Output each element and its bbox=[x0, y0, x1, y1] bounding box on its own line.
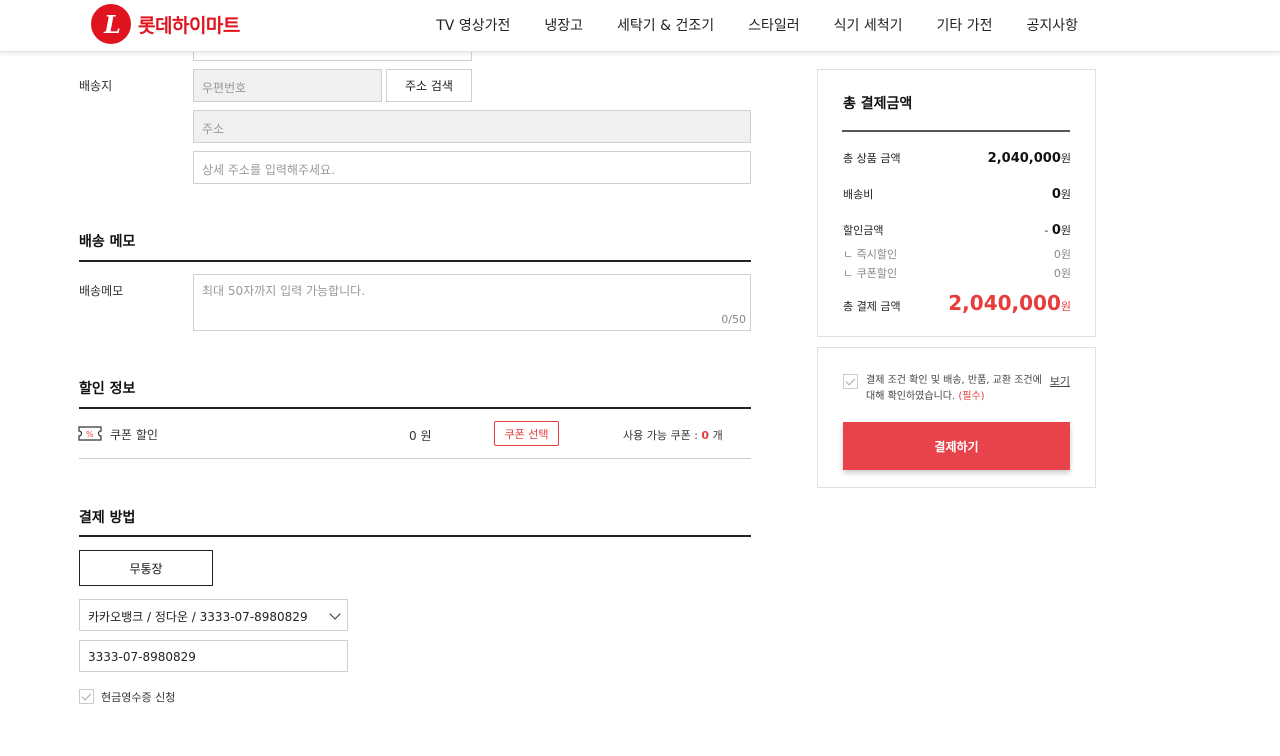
summary-coupon-label: ㄴ 쿠폰할인 bbox=[843, 267, 898, 280]
account-number-input[interactable]: 3333-07-8980829 bbox=[79, 640, 348, 672]
coupon-discount-label: 쿠폰 할인 bbox=[110, 428, 158, 442]
address-label: 배송지 bbox=[79, 79, 113, 93]
nav-item-refrigerator[interactable]: 냉장고 bbox=[527, 15, 600, 35]
summary-discount-label: 할인금액 bbox=[843, 224, 884, 237]
payment-summary: 총 결제금액 총 상품 금액 2,040,000원 배송비 0원 할인금액 - … bbox=[817, 69, 1096, 337]
memo-section-title: 배송 메모 bbox=[79, 234, 136, 250]
discount-bottom-divider bbox=[79, 458, 751, 459]
summary-product-label: 총 상품 금액 bbox=[843, 152, 901, 165]
summary-product-row: 총 상품 금액 2,040,000원 bbox=[843, 150, 1071, 166]
summary-coupon-value: 0원 bbox=[1053, 267, 1071, 280]
agreement-view-link[interactable]: 보기 bbox=[1050, 373, 1070, 389]
summary-total-label: 총 결제 금액 bbox=[843, 300, 901, 313]
cash-receipt-label: 현금영수증 신청 bbox=[101, 691, 176, 704]
summary-discount-row: 할인금액 - 0원 bbox=[843, 222, 1071, 238]
summary-title: 총 결제금액 bbox=[843, 96, 913, 112]
top-header: L 롯데하이마트 TV 영상가전 냉장고 세탁기 & 건조기 스타일러 식기 세… bbox=[0, 0, 1280, 52]
brand-logo[interactable]: L 롯데하이마트 bbox=[91, 4, 240, 44]
address-search-button[interactable]: 주소 검색 bbox=[386, 69, 472, 102]
nav-item-other-appliances[interactable]: 기타 가전 bbox=[919, 15, 1009, 35]
summary-total-row: 총 결제 금액 2,040,000원 bbox=[843, 291, 1071, 315]
available-coupons-unit: 개 bbox=[712, 429, 723, 442]
bank-account-selected: 카카오뱅크 / 정다운 / 3333-07-8980829 bbox=[88, 610, 308, 624]
available-coupons-prefix: 사용 가능 쿠폰 : bbox=[623, 429, 698, 442]
summary-coupon-row: ㄴ 쿠폰할인 0원 bbox=[843, 265, 1071, 281]
nav-item-notices[interactable]: 공지사항 bbox=[1009, 15, 1095, 35]
address-input[interactable]: 주소 bbox=[193, 110, 751, 143]
coupon-discount-amount: 0 원 bbox=[409, 429, 432, 443]
discount-section-title: 할인 정보 bbox=[79, 381, 136, 397]
brand-name: 롯데하이마트 bbox=[138, 14, 240, 37]
brand-logo-icon: L bbox=[91, 4, 131, 44]
summary-shipping-value: 0원 bbox=[1051, 187, 1071, 202]
cash-receipt-checkbox[interactable] bbox=[79, 689, 94, 704]
payment-section-title: 결제 방법 bbox=[79, 510, 136, 526]
summary-divider bbox=[842, 130, 1070, 132]
payment-divider bbox=[79, 535, 751, 537]
main-nav: TV 영상가전 냉장고 세탁기 & 건조기 스타일러 식기 세척기 기타 가전 … bbox=[419, 15, 1095, 35]
available-coupons-count: 0 bbox=[701, 429, 710, 442]
postcode-input[interactable]: 우편번호 bbox=[193, 69, 382, 102]
nav-item-tv[interactable]: TV 영상가전 bbox=[419, 15, 527, 35]
memo-textarea[interactable]: 최대 50자까지 입력 가능합니다. 0/50 bbox=[193, 274, 751, 331]
chevron-down-icon bbox=[329, 608, 341, 620]
svg-text:%: % bbox=[86, 430, 94, 439]
memo-divider bbox=[79, 260, 751, 262]
summary-instant-row: ㄴ 즉시할인 0원 bbox=[843, 246, 1071, 262]
available-coupons: 사용 가능 쿠폰 : 0 개 bbox=[623, 427, 723, 443]
memo-label: 배송메모 bbox=[79, 284, 124, 298]
discount-divider bbox=[79, 407, 751, 409]
bank-transfer-button[interactable]: 무통장 bbox=[79, 550, 213, 586]
bank-account-select[interactable]: 카카오뱅크 / 정다운 / 3333-07-8980829 bbox=[79, 599, 348, 631]
coupon-icon: % bbox=[78, 426, 102, 441]
summary-instant-value: 0원 bbox=[1053, 248, 1071, 261]
nav-item-dishwasher[interactable]: 식기 세척기 bbox=[817, 15, 920, 35]
summary-total-value: 2,040,000원 bbox=[948, 291, 1071, 315]
agreement-checkbox[interactable] bbox=[843, 374, 858, 389]
summary-shipping-row: 배송비 0원 bbox=[843, 186, 1071, 202]
nav-item-styler[interactable]: 스타일러 bbox=[731, 15, 817, 35]
coupon-select-button[interactable]: 쿠폰 선택 bbox=[494, 421, 559, 446]
summary-discount-value: - 0원 bbox=[1044, 223, 1071, 238]
agreement-text: 결제 조건 확인 및 배송, 반품, 교환 조건에 대해 확인하였습니다. (필… bbox=[866, 375, 1042, 402]
summary-instant-label: ㄴ 즉시할인 bbox=[843, 248, 898, 261]
checkout-button[interactable]: 결제하기 bbox=[843, 422, 1070, 470]
nav-item-washer-dryer[interactable]: 세탁기 & 건조기 bbox=[600, 15, 731, 35]
address-detail-input[interactable]: 상세 주소를 입력해주세요. bbox=[193, 151, 751, 184]
summary-product-value: 2,040,000원 bbox=[987, 151, 1071, 166]
memo-char-counter: 0/50 bbox=[721, 313, 746, 326]
agreement-box: 결제 조건 확인 및 배송, 반품, 교환 조건에 대해 확인하였습니다. (필… bbox=[817, 347, 1096, 488]
summary-shipping-label: 배송비 bbox=[843, 188, 874, 201]
agreement-required: (필수) bbox=[958, 391, 985, 402]
memo-placeholder: 최대 50자까지 입력 가능합니다. bbox=[202, 284, 366, 298]
